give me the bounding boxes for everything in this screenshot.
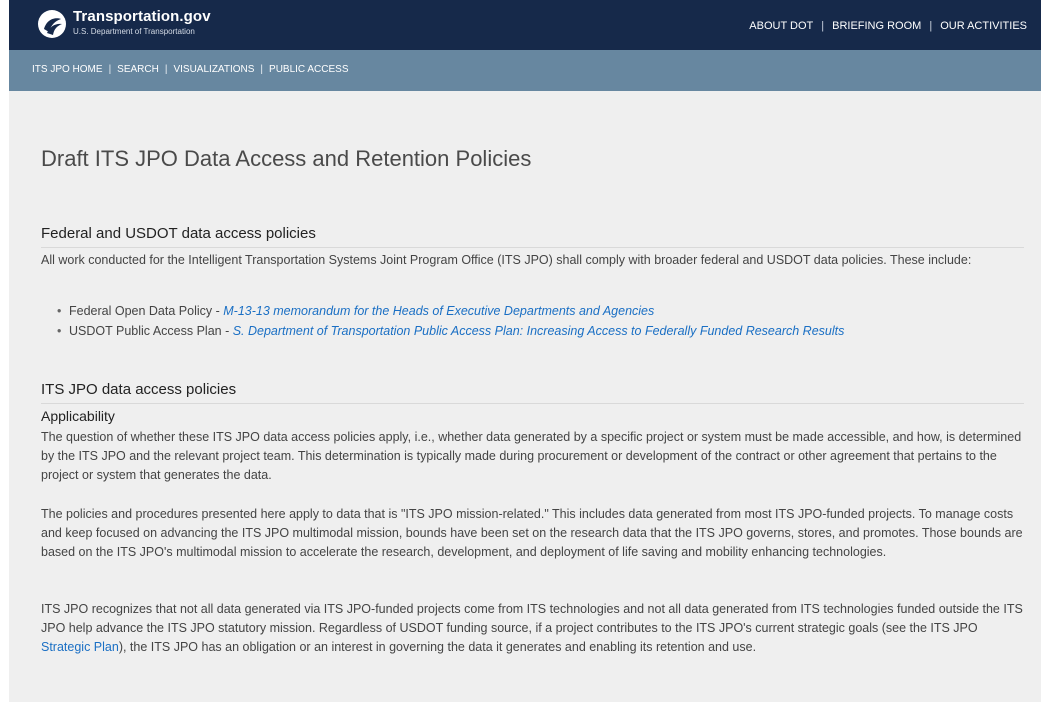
divider: [41, 247, 1024, 248]
page-title: Draft ITS JPO Data Access and Retention …: [41, 146, 532, 171]
nav-about-dot[interactable]: ABOUT DOT: [749, 20, 813, 32]
subnav-public-access[interactable]: PUBLIC ACCESS: [269, 64, 348, 75]
paragraph-applicability-3: ITS JPO recognizes that not all data gen…: [41, 602, 1023, 654]
subnav-its-jpo-home[interactable]: ITS JPO HOME: [32, 64, 103, 75]
dot-logo-icon[interactable]: [37, 9, 67, 39]
subnav-separator: |: [260, 64, 264, 75]
public-access-plan-link[interactable]: S. Department of Transportation Public A…: [233, 324, 845, 338]
main-content: Draft ITS JPO Data Access and Retention …: [9, 91, 1041, 702]
section-heading-federal: Federal and USDOT data access policies: [41, 225, 316, 242]
policy-list: • Federal Open Data Policy - M-13-13 memo…: [57, 304, 844, 344]
open-data-policy-link[interactable]: M-13-13 memorandum for the Heads of Exec…: [223, 304, 654, 318]
subnav-search[interactable]: SEARCH: [117, 64, 159, 75]
paragraph-applicability-2: The policies and procedures presented he…: [41, 507, 1023, 559]
brand-title[interactable]: Transportation.gov: [73, 8, 211, 25]
subsection-heading-applicability: Applicability: [41, 408, 115, 424]
bullet-label: USDOT Public Access Plan -: [69, 324, 233, 338]
section-heading-its-jpo: ITS JPO data access policies: [41, 381, 237, 398]
nav-our-activities[interactable]: OUR ACTIVITIES: [940, 20, 1027, 32]
site-header: Transportation.gov U.S. Department of Tr…: [9, 0, 1041, 50]
nav-separator: |: [821, 20, 825, 32]
strategic-plan-link[interactable]: Strategic Plan: [41, 640, 119, 654]
subnav-separator: |: [164, 64, 168, 75]
nav-separator: |: [929, 20, 933, 32]
bullet-label: Federal Open Data Policy -: [69, 304, 224, 318]
brand-subtitle: U.S. Department of Transportation: [73, 27, 195, 36]
paragraph-applicability-1: The question of whether these ITS JPO da…: [41, 430, 1022, 482]
section-intro: All work conducted for the Intelligent T…: [41, 253, 972, 267]
subnav-visualizations[interactable]: VISUALIZATIONS: [173, 64, 254, 75]
page: Transportation.gov U.S. Department of Tr…: [0, 0, 1041, 702]
list-item: • Federal Open Data Policy - M-13-13 memo…: [57, 304, 655, 318]
list-item: • USDOT Public Access Plan - S. Departmen…: [57, 324, 845, 338]
nav-briefing-room[interactable]: BRIEFING ROOM: [832, 20, 921, 32]
top-nav: ABOUT DOT | BRIEFING ROOM | OUR ACTIVITIES: [749, 20, 1027, 32]
subnav-separator: |: [108, 64, 112, 75]
sub-nav: ITS JPO HOME | SEARCH | VISUALIZATIONS | PUBLI…: [9, 50, 1041, 91]
divider: [41, 403, 1024, 404]
